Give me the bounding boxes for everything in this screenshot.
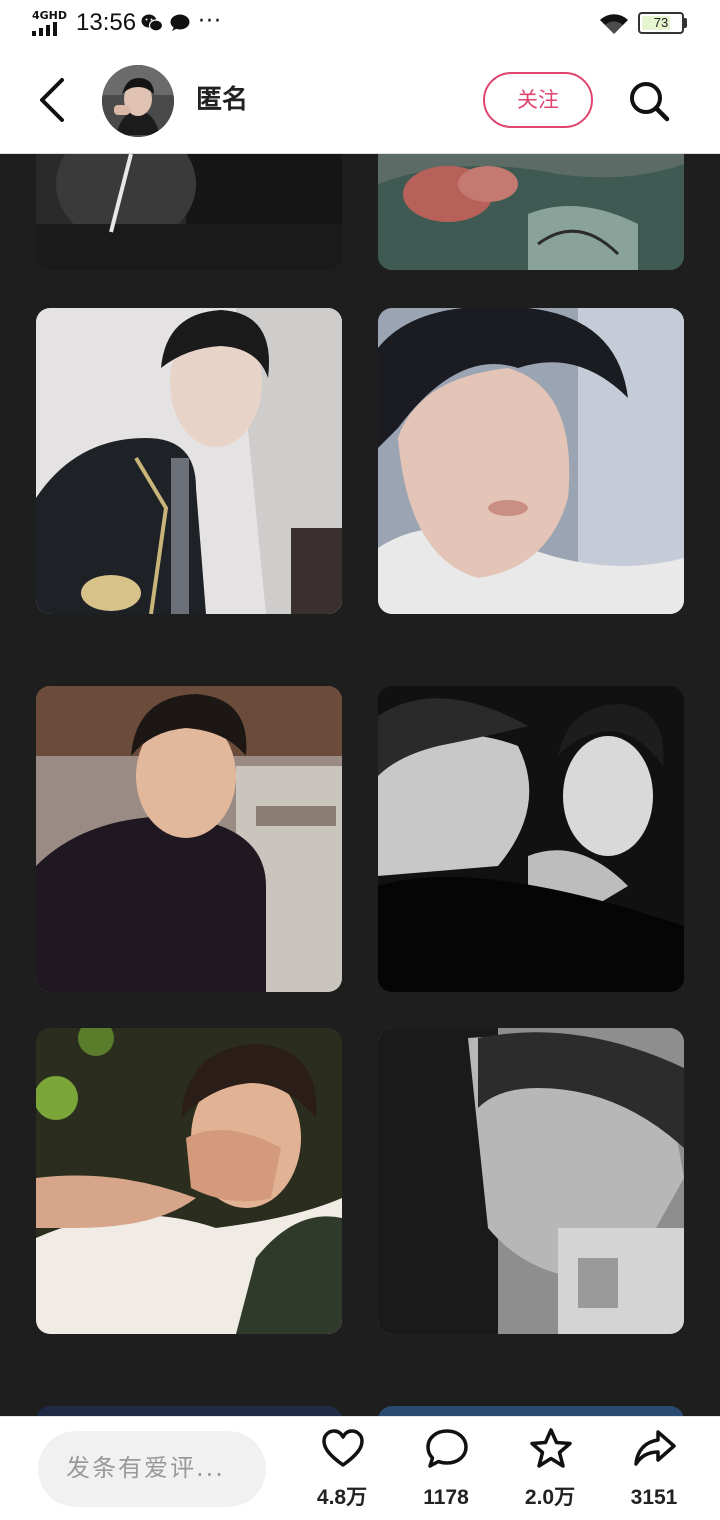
photo-tile[interactable] (378, 308, 684, 614)
username[interactable]: 匿名 (196, 82, 248, 118)
status-time: 13:56 (76, 9, 137, 36)
photo-tile[interactable] (36, 1406, 342, 1416)
heart-icon (322, 1429, 364, 1467)
photo-feed[interactable] (0, 154, 720, 1416)
photo-tile[interactable] (36, 154, 342, 270)
more-icon: ··· (198, 9, 222, 34)
battery-icon: 73 (638, 12, 684, 34)
battery-cap (684, 18, 687, 28)
photo-tile[interactable] (36, 1028, 342, 1334)
photo-tile[interactable] (378, 1406, 684, 1416)
comment-count: 1178 (423, 1486, 469, 1509)
photo-tile[interactable] (36, 686, 342, 992)
network-type: 4GHD (32, 9, 68, 22)
share-count: 3151 (630, 1486, 678, 1509)
profile-header: 匿名 关注 (0, 48, 720, 154)
battery-level: 73 (653, 15, 669, 30)
photo-tile[interactable] (36, 308, 342, 614)
like-button[interactable]: 4.8万 (300, 1427, 384, 1519)
like-count: 4.8万 (316, 1486, 368, 1509)
favorite-button[interactable]: 2.0万 (508, 1427, 592, 1519)
favorite-count: 2.0万 (524, 1486, 576, 1509)
follow-button[interactable]: 关注 (483, 72, 593, 128)
star-icon (530, 1428, 572, 1468)
avatar[interactable] (102, 65, 174, 137)
photo-tile[interactable] (378, 686, 684, 992)
photo-tile[interactable] (378, 1028, 684, 1334)
search-icon[interactable] (626, 78, 672, 124)
signal-icon (32, 22, 64, 36)
message-icon (170, 14, 190, 31)
share-button[interactable]: 3151 (612, 1427, 696, 1519)
status-bar: 4GHD 13:56 ··· 73 (0, 0, 720, 48)
back-arrow-icon[interactable] (30, 74, 74, 126)
wechat-icon (141, 14, 163, 32)
share-arrow-icon (634, 1430, 676, 1466)
comment-bubble-icon (426, 1429, 468, 1468)
comment-placeholder: 发条有爱评... (66, 1454, 225, 1482)
comment-button[interactable]: 1178 (404, 1427, 488, 1519)
comment-input[interactable]: 发条有爱评... (38, 1431, 266, 1507)
wifi-icon (600, 14, 628, 35)
photo-tile[interactable] (378, 154, 684, 270)
bottom-action-bar: 发条有爱评... 4.8万 1178 2.0万 3151 (0, 1416, 720, 1520)
